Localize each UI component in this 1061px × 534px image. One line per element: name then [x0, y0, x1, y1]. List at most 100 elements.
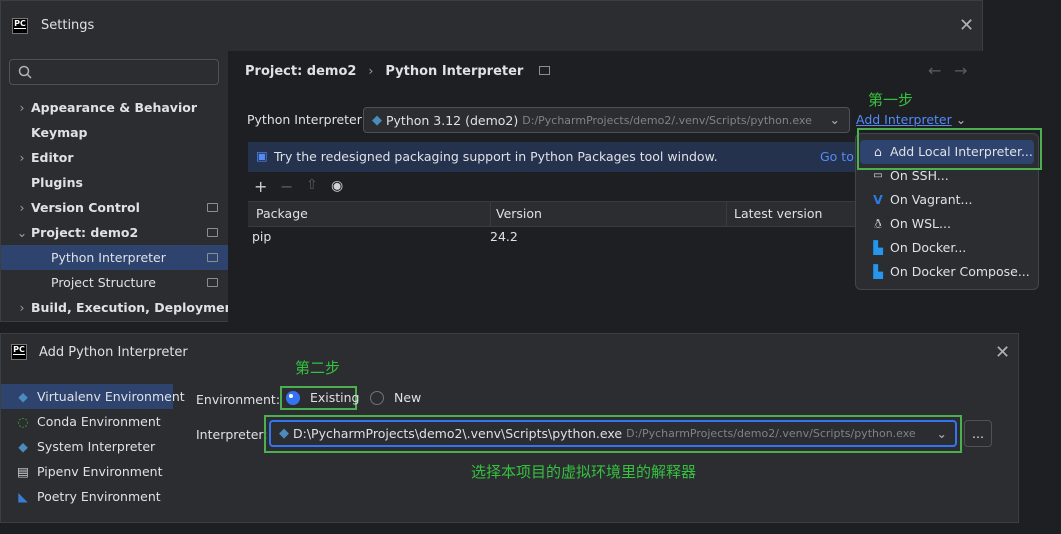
env-system[interactable]: ◆ System Interpreter — [1, 434, 173, 459]
tree-item-label: Project: demo2 — [31, 225, 139, 240]
menu-on-vagrant[interactable]: V On Vagrant... — [856, 188, 1038, 212]
add-python-interpreter-dialog: PC Add Python Interpreter ✕ ◆ Virtualenv … — [0, 333, 1019, 523]
pipenv-icon: ▤ — [17, 464, 29, 479]
close-icon[interactable]: ✕ — [959, 15, 974, 36]
gift-icon: ▣ — [256, 148, 268, 163]
back-arrow-icon[interactable]: ← — [928, 61, 941, 80]
step1-annotation: 第一步 — [868, 91, 914, 109]
settings-window: PC Settings ✕ › Appearance & Behavior Key… — [0, 0, 984, 323]
env-label: Pipenv Environment — [37, 464, 163, 479]
tree-item-python-interpreter[interactable]: Python Interpreter — [1, 245, 228, 270]
column-latest-version[interactable]: Latest version — [734, 206, 822, 221]
pycharm-logo-icon: PC — [11, 344, 27, 360]
tree-item-build[interactable]: › Build, Execution, Deployment — [1, 295, 240, 320]
search-icon — [18, 65, 32, 79]
tree-item-label: Editor — [31, 150, 74, 165]
add-package-icon[interactable]: + — [254, 177, 267, 196]
breadcrumb-page: Python Interpreter — [385, 64, 524, 79]
chevron-down-icon: ⌄ — [955, 112, 967, 127]
background-window-strip — [170, 322, 934, 333]
banner-go-to-link[interactable]: Go to — [820, 149, 854, 164]
breadcrumb-project[interactable]: Project: demo2 — [245, 64, 356, 79]
tree-item-label: Project Structure — [51, 275, 156, 290]
chevron-right-icon: › — [19, 150, 25, 165]
chevron-right-icon: › — [19, 300, 25, 315]
menu-on-docker[interactable]: ▙ On Docker... — [856, 236, 1038, 260]
settings-search-input[interactable] — [9, 59, 219, 85]
settings-tree: › Appearance & Behavior Keymap › Editor Pl… — [1, 95, 240, 320]
step2-annotation: 第二步 — [295, 359, 341, 377]
tree-item-label: Keymap — [31, 125, 88, 140]
add-interpreter-link[interactable]: Add Interpreter ⌄ — [856, 112, 966, 127]
menu-item-label: On Docker... — [890, 240, 967, 255]
window-title: Settings — [41, 18, 95, 33]
docker-compose-icon: ▙ — [873, 264, 883, 279]
upgrade-package-icon[interactable]: ⇧ — [306, 177, 318, 193]
interpreter-name: Python 3.12 (demo2) — [386, 112, 519, 128]
radio-existing[interactable]: Existing — [286, 389, 360, 405]
python-icon: ◆ — [18, 389, 28, 404]
interpreter-path-select[interactable]: ◆ D:\PycharmProjects\demo2\.venv\Scripts… — [269, 420, 957, 447]
browse-button[interactable]: ... — [964, 420, 992, 447]
env-conda[interactable]: ◌ Conda Environment — [1, 409, 173, 434]
conda-icon: ◌ — [17, 414, 29, 429]
column-package[interactable]: Package — [256, 206, 308, 221]
env-label: Poetry Environment — [37, 489, 161, 504]
chevron-down-icon: ⌄ — [16, 225, 28, 240]
tree-item-appearance[interactable]: › Appearance & Behavior — [1, 95, 228, 120]
eye-icon[interactable]: ◉ — [331, 178, 343, 194]
menu-item-label: On Vagrant... — [890, 192, 973, 207]
tree-item-label: Appearance & Behavior — [31, 100, 197, 115]
env-label: Conda Environment — [37, 414, 161, 429]
interpreter-path-value: D:\PycharmProjects\demo2\.venv\Scripts\p… — [293, 426, 623, 441]
menu-item-label: On SSH... — [890, 168, 949, 183]
poetry-icon: ◣ — [18, 489, 28, 504]
menu-on-docker-compose[interactable]: ▙ On Docker Compose... — [856, 260, 1038, 284]
chevron-right-icon: › — [19, 200, 25, 215]
tree-item-label: Build, Execution, Deployment — [31, 300, 240, 315]
package-version: 24.2 — [490, 229, 518, 244]
menu-on-wsl[interactable]: 🐧︎ On WSL... — [856, 212, 1038, 236]
env-label: Virtualenv Environment — [37, 389, 185, 404]
add-interpreter-label: Add Interpreter — [856, 112, 952, 127]
chevron-down-icon: ⌄ — [829, 112, 840, 127]
project-scope-icon — [539, 66, 551, 75]
radio-new[interactable]: New — [370, 389, 421, 405]
menu-item-label: On WSL... — [890, 216, 951, 231]
project-scope-icon — [207, 278, 218, 287]
column-version[interactable]: Version — [496, 206, 542, 221]
python-icon: ◆ — [18, 439, 28, 454]
package-name: pip — [252, 229, 272, 244]
tree-item-version-control[interactable]: › Version Control — [1, 195, 228, 220]
tree-item-keymap[interactable]: Keymap — [1, 120, 228, 145]
project-scope-icon — [207, 203, 218, 212]
tree-item-project[interactable]: ⌄ Project: demo2 — [1, 220, 228, 245]
radio-new-label: New — [393, 390, 422, 405]
interpreter-label: Interpreter: — [196, 427, 268, 442]
radio-unchecked-icon — [370, 390, 384, 405]
dialog-title: Add Python Interpreter — [39, 345, 188, 360]
environment-label: Environment: — [196, 392, 281, 407]
linux-icon: 🐧︎ — [874, 216, 882, 231]
chevron-right-icon: › — [19, 100, 25, 115]
tree-item-project-structure[interactable]: Project Structure — [1, 270, 228, 295]
tree-item-label: Plugins — [31, 175, 83, 190]
env-pipenv[interactable]: ▤ Pipenv Environment — [1, 459, 173, 484]
tree-item-editor[interactable]: › Editor — [1, 145, 228, 170]
env-poetry[interactable]: ◣ Poetry Environment — [1, 484, 173, 509]
radio-checked-icon — [286, 390, 300, 405]
interpreter-select[interactable]: ◆ Python 3.12 (demo2) D:/PycharmProjects… — [363, 107, 850, 133]
env-label: System Interpreter — [37, 439, 156, 454]
close-icon[interactable]: ✕ — [995, 342, 1010, 363]
tree-item-plugins[interactable]: Plugins — [1, 170, 228, 195]
remove-package-icon[interactable]: − — [280, 177, 293, 196]
forward-arrow-icon[interactable]: → — [954, 61, 967, 80]
environment-type-list: ◆ Virtualenv Environment ◌ Conda Environme… — [1, 384, 185, 509]
chevron-down-icon: ⌄ — [936, 426, 947, 441]
interpreter-path-hint: D:/PycharmProjects/demo2/.venv/Scripts/p… — [626, 427, 916, 440]
tree-item-label: Python Interpreter — [51, 250, 166, 265]
breadcrumb: Project: demo2 › Python Interpreter — [245, 63, 551, 79]
env-virtualenv[interactable]: ◆ Virtualenv Environment — [1, 384, 185, 409]
interpreter-label: Python Interpreter: — [247, 112, 366, 127]
tree-item-label: Version Control — [31, 200, 140, 215]
